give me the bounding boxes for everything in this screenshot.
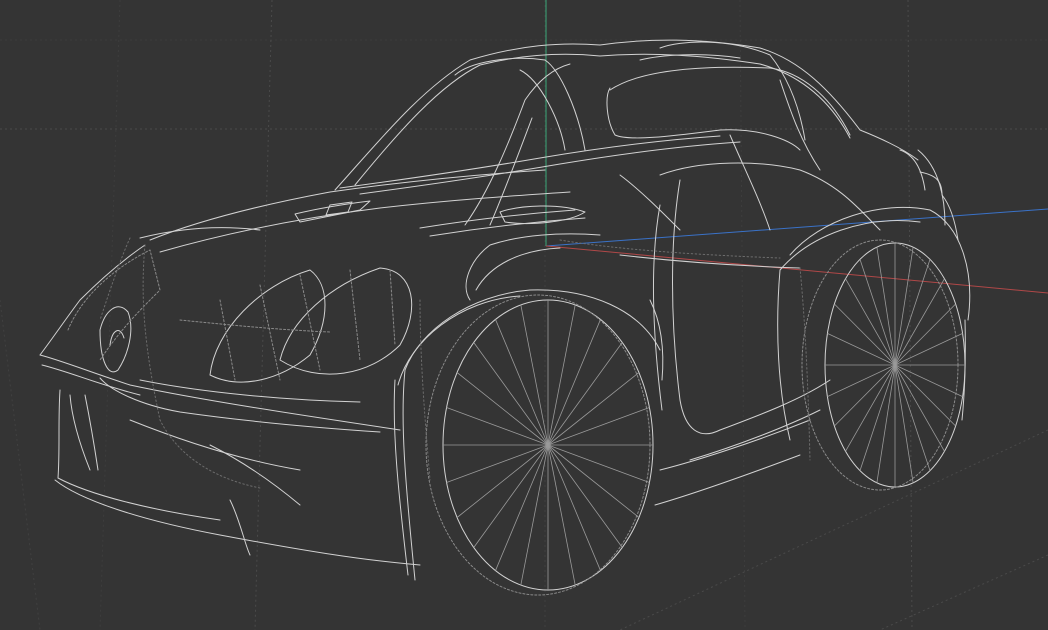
- 3d-viewport[interactable]: [0, 0, 1048, 630]
- car-roof: [334, 39, 919, 191]
- car-headlight-right: [179, 267, 413, 383]
- axis-gizmo: [545, 0, 1048, 294]
- wheel-spoke: [827, 364, 896, 397]
- wheel-spoke: [547, 304, 576, 446]
- wheel-spoke: [859, 364, 896, 471]
- wheel-spoke: [827, 333, 896, 366]
- z-axis-line: [545, 208, 1048, 247]
- wheel-spoke: [446, 407, 549, 446]
- wheel-spoke: [456, 372, 549, 446]
- wheel-spoke: [894, 303, 956, 366]
- wheel-spoke: [894, 364, 931, 471]
- wheel-spoke: [547, 444, 601, 571]
- wheel-spoke: [894, 278, 945, 366]
- car-front-bumper: [39, 244, 421, 566]
- wheel-spoke: [547, 444, 576, 586]
- wheel-spoke: [876, 247, 896, 366]
- wheel-spoke: [834, 303, 896, 366]
- wheel-spoke: [859, 259, 896, 366]
- wheel-spoke: [473, 444, 549, 548]
- wheel-spoke: [547, 444, 650, 483]
- ground-grid: [0, 0, 1048, 630]
- car-hood: [139, 169, 586, 253]
- wheel-spoke: [520, 444, 549, 586]
- wheel-spoke: [520, 304, 549, 446]
- wheel-spoke: [894, 364, 945, 452]
- wheel-spoke: [876, 364, 896, 483]
- wheel-spoke: [547, 372, 640, 446]
- wheel-spoke: [547, 342, 623, 446]
- car-front-fender: [393, 233, 661, 581]
- wheel-spoke: [495, 444, 549, 571]
- wheel-spoke: [894, 364, 956, 427]
- wheel-spoke: [495, 319, 549, 446]
- wheel-spoke: [845, 278, 896, 366]
- car-wireframe-model[interactable]: [39, 39, 971, 596]
- wheel-spoke: [456, 444, 549, 518]
- wheel-spoke: [894, 364, 963, 397]
- wheel-spoke: [547, 444, 623, 548]
- car-windshield: [339, 63, 741, 226]
- wheel-spoke: [834, 364, 896, 427]
- wheel-spoke: [845, 364, 896, 452]
- wheel-spoke: [446, 444, 549, 483]
- wheel-spoke: [894, 364, 914, 483]
- car-front-wheel: [425, 294, 654, 596]
- wheel-spoke: [894, 259, 931, 366]
- wheel-spoke: [547, 319, 601, 446]
- wheel-spoke: [547, 407, 650, 446]
- wheel-spoke: [894, 333, 963, 366]
- wheel-spoke: [473, 342, 549, 446]
- viewport-canvas[interactable]: [0, 0, 1048, 630]
- car-door: [619, 134, 881, 506]
- car-rear-fender: [777, 149, 971, 441]
- wheel-spoke: [547, 444, 640, 518]
- car-hidden-edges: [99, 237, 811, 489]
